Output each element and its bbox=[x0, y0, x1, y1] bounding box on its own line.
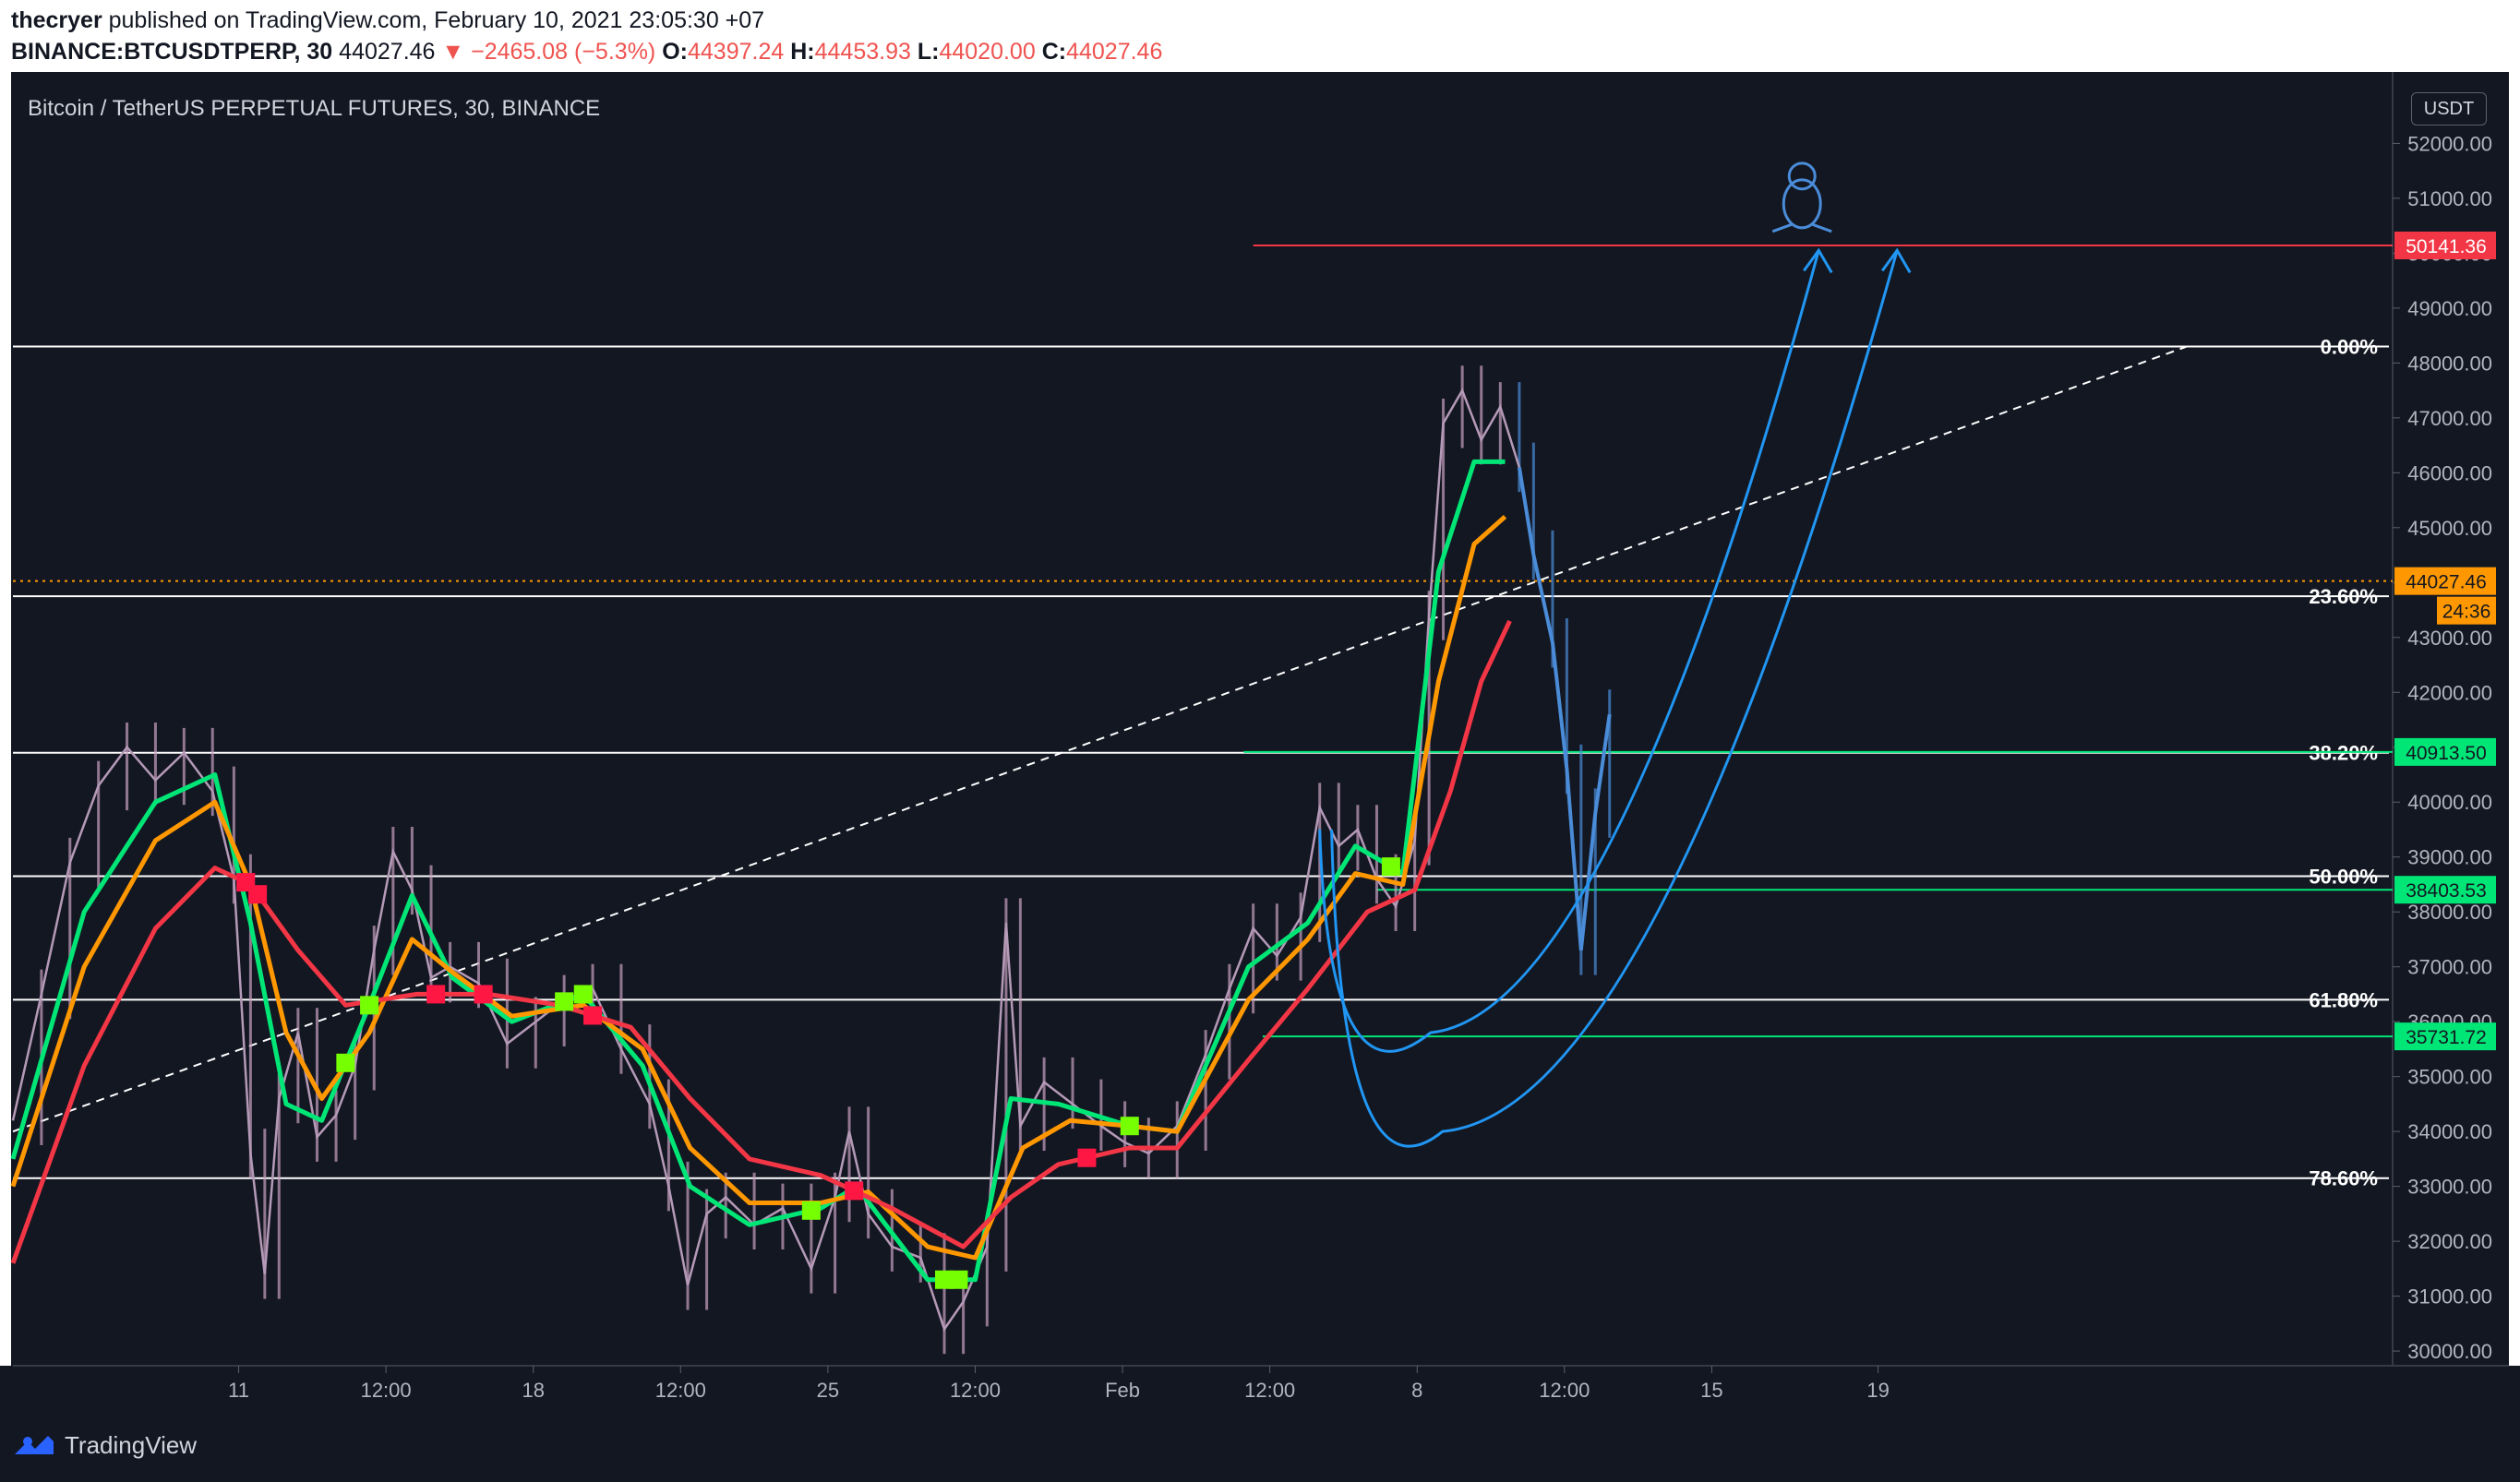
time-axis-label: 15 bbox=[1700, 1379, 1722, 1402]
price-axis-label: 40000.00 bbox=[2407, 791, 2492, 814]
price-level-badge-text: 40913.50 bbox=[2406, 743, 2487, 764]
penguin-icon bbox=[1782, 178, 1822, 230]
time-axis-label: 25 bbox=[817, 1379, 839, 1402]
fib-level-label: 50.00% bbox=[2309, 866, 2378, 889]
time-axis-label: 12:00 bbox=[1539, 1379, 1590, 1402]
ema-line-1 bbox=[10, 459, 1506, 1283]
time-axis-label: 12:00 bbox=[655, 1379, 706, 1402]
buy-signal-marker bbox=[1381, 857, 1400, 877]
projection-arrow-head bbox=[1803, 247, 1833, 274]
buy-signal-marker bbox=[555, 992, 574, 1011]
fib-level-label: 61.80% bbox=[2309, 988, 2378, 1011]
time-axis-label: 18 bbox=[522, 1379, 544, 1402]
price-axis-label: 46000.00 bbox=[2407, 461, 2492, 484]
chart-title: Bitcoin / TetherUS PERPETUAL FUTURES, 30… bbox=[28, 96, 601, 121]
trendline bbox=[12, 345, 2188, 1133]
price-axis-label: 31000.00 bbox=[2407, 1285, 2492, 1309]
price-axis-label: 52000.00 bbox=[2407, 132, 2492, 155]
projection-arrow bbox=[1318, 249, 1820, 1053]
sell-signal-marker bbox=[845, 1181, 864, 1201]
buy-signal-marker bbox=[573, 985, 593, 1004]
fib-level-label: 23.60% bbox=[2309, 585, 2378, 608]
time-axis-label: 12:00 bbox=[950, 1379, 1001, 1402]
time-axis-label: 12:00 bbox=[1244, 1379, 1295, 1402]
penguin-head-icon bbox=[1787, 161, 1817, 191]
time-axis-label: Feb bbox=[1105, 1379, 1140, 1402]
buy-signal-marker bbox=[949, 1270, 968, 1289]
currency-badge[interactable]: USDT bbox=[2411, 92, 2487, 125]
price-axis-label: 30000.00 bbox=[2407, 1340, 2492, 1363]
buy-signal-marker bbox=[801, 1201, 821, 1220]
price-axis-label: 32000.00 bbox=[2407, 1230, 2492, 1253]
buy-signal-marker bbox=[360, 996, 379, 1015]
price-axis-label: 47000.00 bbox=[2407, 407, 2492, 430]
projection-arrow bbox=[1330, 249, 1899, 1148]
price-axis-label: 38000.00 bbox=[2407, 901, 2492, 924]
time-axis-label: 8 bbox=[1411, 1379, 1422, 1402]
chart-svg[interactable]: 30000.00 31000.00 32000.00 33000.00 34000.00… bbox=[0, 0, 2520, 1482]
fib-level-label: 0.00% bbox=[2321, 335, 2378, 358]
tradingview-brand: TradingView bbox=[65, 1430, 198, 1459]
price-axis-label: 51000.00 bbox=[2407, 187, 2492, 210]
countdown-badge-text: 24:36 bbox=[2442, 602, 2491, 623]
price-axis-label: 34000.00 bbox=[2407, 1120, 2492, 1143]
current-price-badge-text: 44027.46 bbox=[2406, 572, 2487, 593]
footer bbox=[0, 1416, 2520, 1482]
price-axis-label: 45000.00 bbox=[2407, 517, 2492, 540]
price-level-badge-text: 50141.36 bbox=[2406, 236, 2487, 257]
buy-signal-marker bbox=[336, 1053, 355, 1072]
price-axis-label: 49000.00 bbox=[2407, 297, 2492, 320]
sell-signal-marker bbox=[426, 985, 446, 1004]
tradingview-logo[interactable]: TradingView bbox=[11, 1430, 197, 1460]
time-axis-label: 12:00 bbox=[361, 1379, 412, 1402]
fib-level-label: 38.20% bbox=[2309, 742, 2378, 765]
buy-signal-marker bbox=[1120, 1117, 1139, 1136]
sell-signal-marker bbox=[474, 985, 493, 1004]
price-axis-label: 42000.00 bbox=[2407, 681, 2492, 704]
projection-arrow-head bbox=[1880, 247, 1912, 274]
fib-level-label: 78.60% bbox=[2309, 1167, 2378, 1190]
sell-signal-marker bbox=[1077, 1148, 1097, 1167]
time-axis-label: 11 bbox=[228, 1379, 249, 1402]
price-axis-label: 39000.00 bbox=[2407, 846, 2492, 869]
price-level-badge-text: 35731.72 bbox=[2406, 1027, 2487, 1048]
price-axis-label: 48000.00 bbox=[2407, 352, 2492, 375]
tradingview-icon bbox=[15, 1436, 54, 1454]
price-axis-label: 43000.00 bbox=[2407, 627, 2492, 650]
time-axis-label: 19 bbox=[1866, 1379, 1889, 1402]
price-level-badge-text: 38403.53 bbox=[2406, 880, 2487, 902]
sell-signal-marker bbox=[248, 885, 268, 904]
sell-signal-marker bbox=[583, 1006, 603, 1025]
price-axis-label: 35000.00 bbox=[2407, 1066, 2492, 1089]
price-axis-label: 33000.00 bbox=[2407, 1176, 2492, 1199]
price-axis-label: 37000.00 bbox=[2407, 956, 2492, 979]
